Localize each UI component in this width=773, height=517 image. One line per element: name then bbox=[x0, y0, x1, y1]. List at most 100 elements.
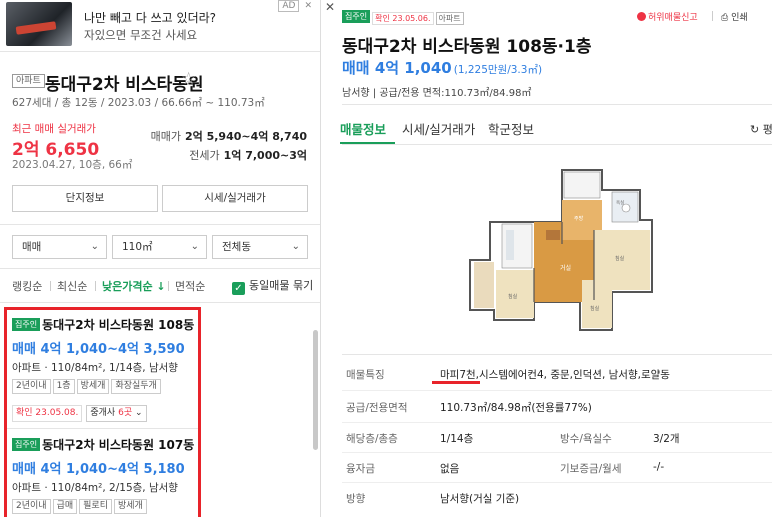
divider bbox=[0, 224, 320, 225]
ad-image bbox=[6, 2, 72, 46]
agent-label: 중개사 bbox=[90, 408, 116, 418]
feature-label: 매물특징 bbox=[346, 369, 385, 381]
refresh-label: 평 bbox=[762, 123, 773, 136]
area-value: 110.73㎡/84.98㎡(전용률77%) bbox=[440, 402, 592, 414]
list-item[interactable]: 집주인 동대구2차 비스타동원 107동 매매 4억 1,040~4억 5,180… bbox=[12, 436, 198, 514]
report-label: 허위매물신고 bbox=[648, 13, 698, 23]
deposit-value: -/- bbox=[653, 461, 665, 473]
tag: 필로티 bbox=[79, 499, 112, 514]
divider bbox=[712, 11, 713, 21]
list-item-footer: 확인 23.05.08. 중개사 6곳 ⌄ bbox=[12, 404, 198, 422]
list-item[interactable]: 집주인 동대구2차 비스타동원 108동 매매 4억 1,040~4억 3,590… bbox=[12, 316, 198, 422]
list-item-tags: 2년이내 급매 필로티 방세개 bbox=[12, 495, 198, 514]
tab-listing-info[interactable]: 매물정보 bbox=[340, 119, 386, 138]
detail-summary: 남서향 | 공급/전용 면적:110.73㎡/84.98㎡ bbox=[342, 88, 532, 99]
list-item-header: 집주인 동대구2차 비스타동원 108동 bbox=[12, 316, 198, 333]
divider bbox=[0, 302, 320, 303]
divider bbox=[342, 104, 772, 105]
divider bbox=[0, 268, 320, 269]
detail-price-value: 매매 4억 1,040 bbox=[342, 59, 452, 77]
tab-price-history[interactable]: 시세/실거래가 bbox=[402, 119, 475, 138]
scrollbar[interactable] bbox=[313, 330, 318, 450]
price-history-button[interactable]: 시세/실거래가 bbox=[162, 185, 308, 212]
print-label: 인쇄 bbox=[731, 13, 748, 23]
ad-headline: 나만 빼고 다 쓰고 있더라? bbox=[84, 11, 217, 25]
floorplan-living-label: 거실 bbox=[560, 264, 571, 272]
floorplan-room-label: 침실 bbox=[590, 305, 600, 312]
tag: 방세개 bbox=[76, 379, 110, 394]
owner-badge: 집주인 bbox=[12, 438, 41, 451]
owner-badge: 집주인 bbox=[12, 318, 41, 331]
report-fake-listing-button[interactable]: 허위매물신고 bbox=[637, 10, 698, 23]
ad-banner[interactable]: 나만 빼고 다 쓰고 있더라? 자있으면 무조건 사세요 AD ✕ bbox=[0, 0, 320, 52]
ad-close-icon[interactable]: ✕ bbox=[301, 1, 315, 11]
tag: 급매 bbox=[52, 499, 78, 514]
complex-meta: 627세대 / 총 12동 / 2023.03 / 66.66㎡ ~ 110.7… bbox=[12, 97, 265, 109]
sort-ranking[interactable]: 랭킹순 bbox=[12, 278, 42, 294]
floorplan-bath-label: 욕실 bbox=[616, 199, 624, 206]
complex-info-button[interactable]: 단지정보 bbox=[12, 185, 158, 212]
checkbox-checked-icon: ✓ bbox=[232, 282, 245, 295]
divider bbox=[342, 354, 772, 355]
deal-type-select[interactable]: 매매 ⌄ bbox=[12, 235, 107, 259]
jeonse-price-range: 전세가 1억 7,000~3억 bbox=[189, 147, 307, 163]
dong-select[interactable]: 전체동 ⌄ bbox=[212, 235, 308, 259]
list-item-spec: 아파트 · 110/84m², 2/15층, 남서향 bbox=[12, 482, 178, 494]
chevron-down-icon: ⌄ bbox=[90, 241, 99, 252]
ad-subline: 자있으면 무조건 사세요 bbox=[84, 28, 198, 42]
list-item-tags: 2년이내 1층 방세개 화장실두개 bbox=[12, 375, 198, 394]
tag: 방세개 bbox=[113, 499, 147, 514]
sort-divider bbox=[50, 281, 51, 291]
sort-divider bbox=[168, 281, 169, 291]
star-icon[interactable]: ☆ bbox=[181, 69, 196, 89]
divider bbox=[342, 144, 772, 145]
agent-count-button[interactable]: 중개사 6곳 ⌄ bbox=[86, 405, 147, 422]
divider bbox=[342, 422, 772, 423]
floor-value: 1/14층 bbox=[440, 433, 474, 445]
divider bbox=[342, 482, 772, 483]
tag: 2년이내 bbox=[12, 379, 51, 394]
list-item-title: 동대구2차 비스타동원 107동 bbox=[42, 438, 195, 452]
confirm-date: 확인 23.05.08. bbox=[12, 405, 83, 422]
sort-newest[interactable]: 최신순 bbox=[57, 278, 87, 294]
area-select[interactable]: 110㎡ ⌄ bbox=[112, 235, 207, 259]
detail-panel: ✕ 집주인 확인 23.05.06. 아파트 허위매물신고 ⎙ 인쇄 동대구2차 비… bbox=[322, 0, 773, 517]
print-button[interactable]: ⎙ 인쇄 bbox=[721, 10, 748, 23]
loan-value: 없음 bbox=[440, 463, 460, 475]
print-icon: ⎙ bbox=[721, 13, 729, 23]
jeonse-range-value: 1억 7,000~3억 bbox=[223, 149, 307, 162]
group-same-checkbox[interactable]: ✓ 동일매물 묶기 bbox=[232, 277, 313, 295]
list-item-header: 집주인 동대구2차 비스타동원 107동 bbox=[12, 436, 198, 453]
tab-school-info[interactable]: 학군정보 bbox=[488, 119, 534, 138]
detail-badges: 집주인 확인 23.05.06. 아파트 bbox=[342, 10, 464, 25]
sort-divider bbox=[95, 281, 96, 291]
dong-value: 전체동 bbox=[222, 241, 251, 253]
recent-trade-label: 최근 매매 실거래가 bbox=[12, 123, 96, 135]
ad-badge: AD ✕ bbox=[278, 0, 317, 12]
detail-price: 매매 4억 1,040 (1,225만원/3.3㎡) bbox=[342, 57, 542, 78]
sort-lowest-price[interactable]: 낮은가격순 ↓ bbox=[102, 278, 166, 294]
refresh-button[interactable]: ↻ 평 bbox=[750, 121, 773, 137]
divider bbox=[7, 428, 198, 429]
owner-badge: 집주인 bbox=[342, 10, 371, 23]
recent-trade-date: 2023.04.27, 10층, 66㎡ bbox=[12, 159, 133, 171]
direction-value: 남서향(거실 기준) bbox=[440, 493, 520, 505]
confirm-date: 확인 23.05.06. bbox=[372, 12, 434, 25]
floor-plan-image[interactable]: 거실 침실 침실 침실 욕실 주방 bbox=[462, 160, 662, 338]
list-item-price: 매매 4억 1,040~4억 3,590 bbox=[12, 342, 185, 357]
sort-area[interactable]: 면적순 bbox=[175, 278, 205, 294]
sale-range-value: 2억 5,940~4억 8,740 bbox=[184, 130, 307, 143]
group-same-label: 동일매물 묶기 bbox=[249, 279, 314, 292]
listing-list-highlight: 집주인 동대구2차 비스타동원 108동 매매 4억 1,040~4억 3,590… bbox=[4, 307, 201, 517]
feature-highlight-underline bbox=[432, 381, 480, 384]
siren-icon bbox=[637, 12, 646, 21]
divider bbox=[342, 452, 772, 453]
close-icon[interactable]: ✕ bbox=[325, 0, 335, 14]
property-type-badge: 아파트 bbox=[435, 12, 464, 25]
direction-label: 방향 bbox=[346, 493, 366, 505]
deposit-label: 기보증금/월세 bbox=[560, 463, 622, 475]
chevron-down-icon: ⌄ bbox=[291, 241, 300, 252]
rooms-label: 방수/욕실수 bbox=[560, 433, 612, 445]
list-item-spec: 아파트 · 110/84m², 1/14층, 남서향 bbox=[12, 362, 178, 374]
chevron-down-icon: ⌄ bbox=[190, 241, 199, 252]
